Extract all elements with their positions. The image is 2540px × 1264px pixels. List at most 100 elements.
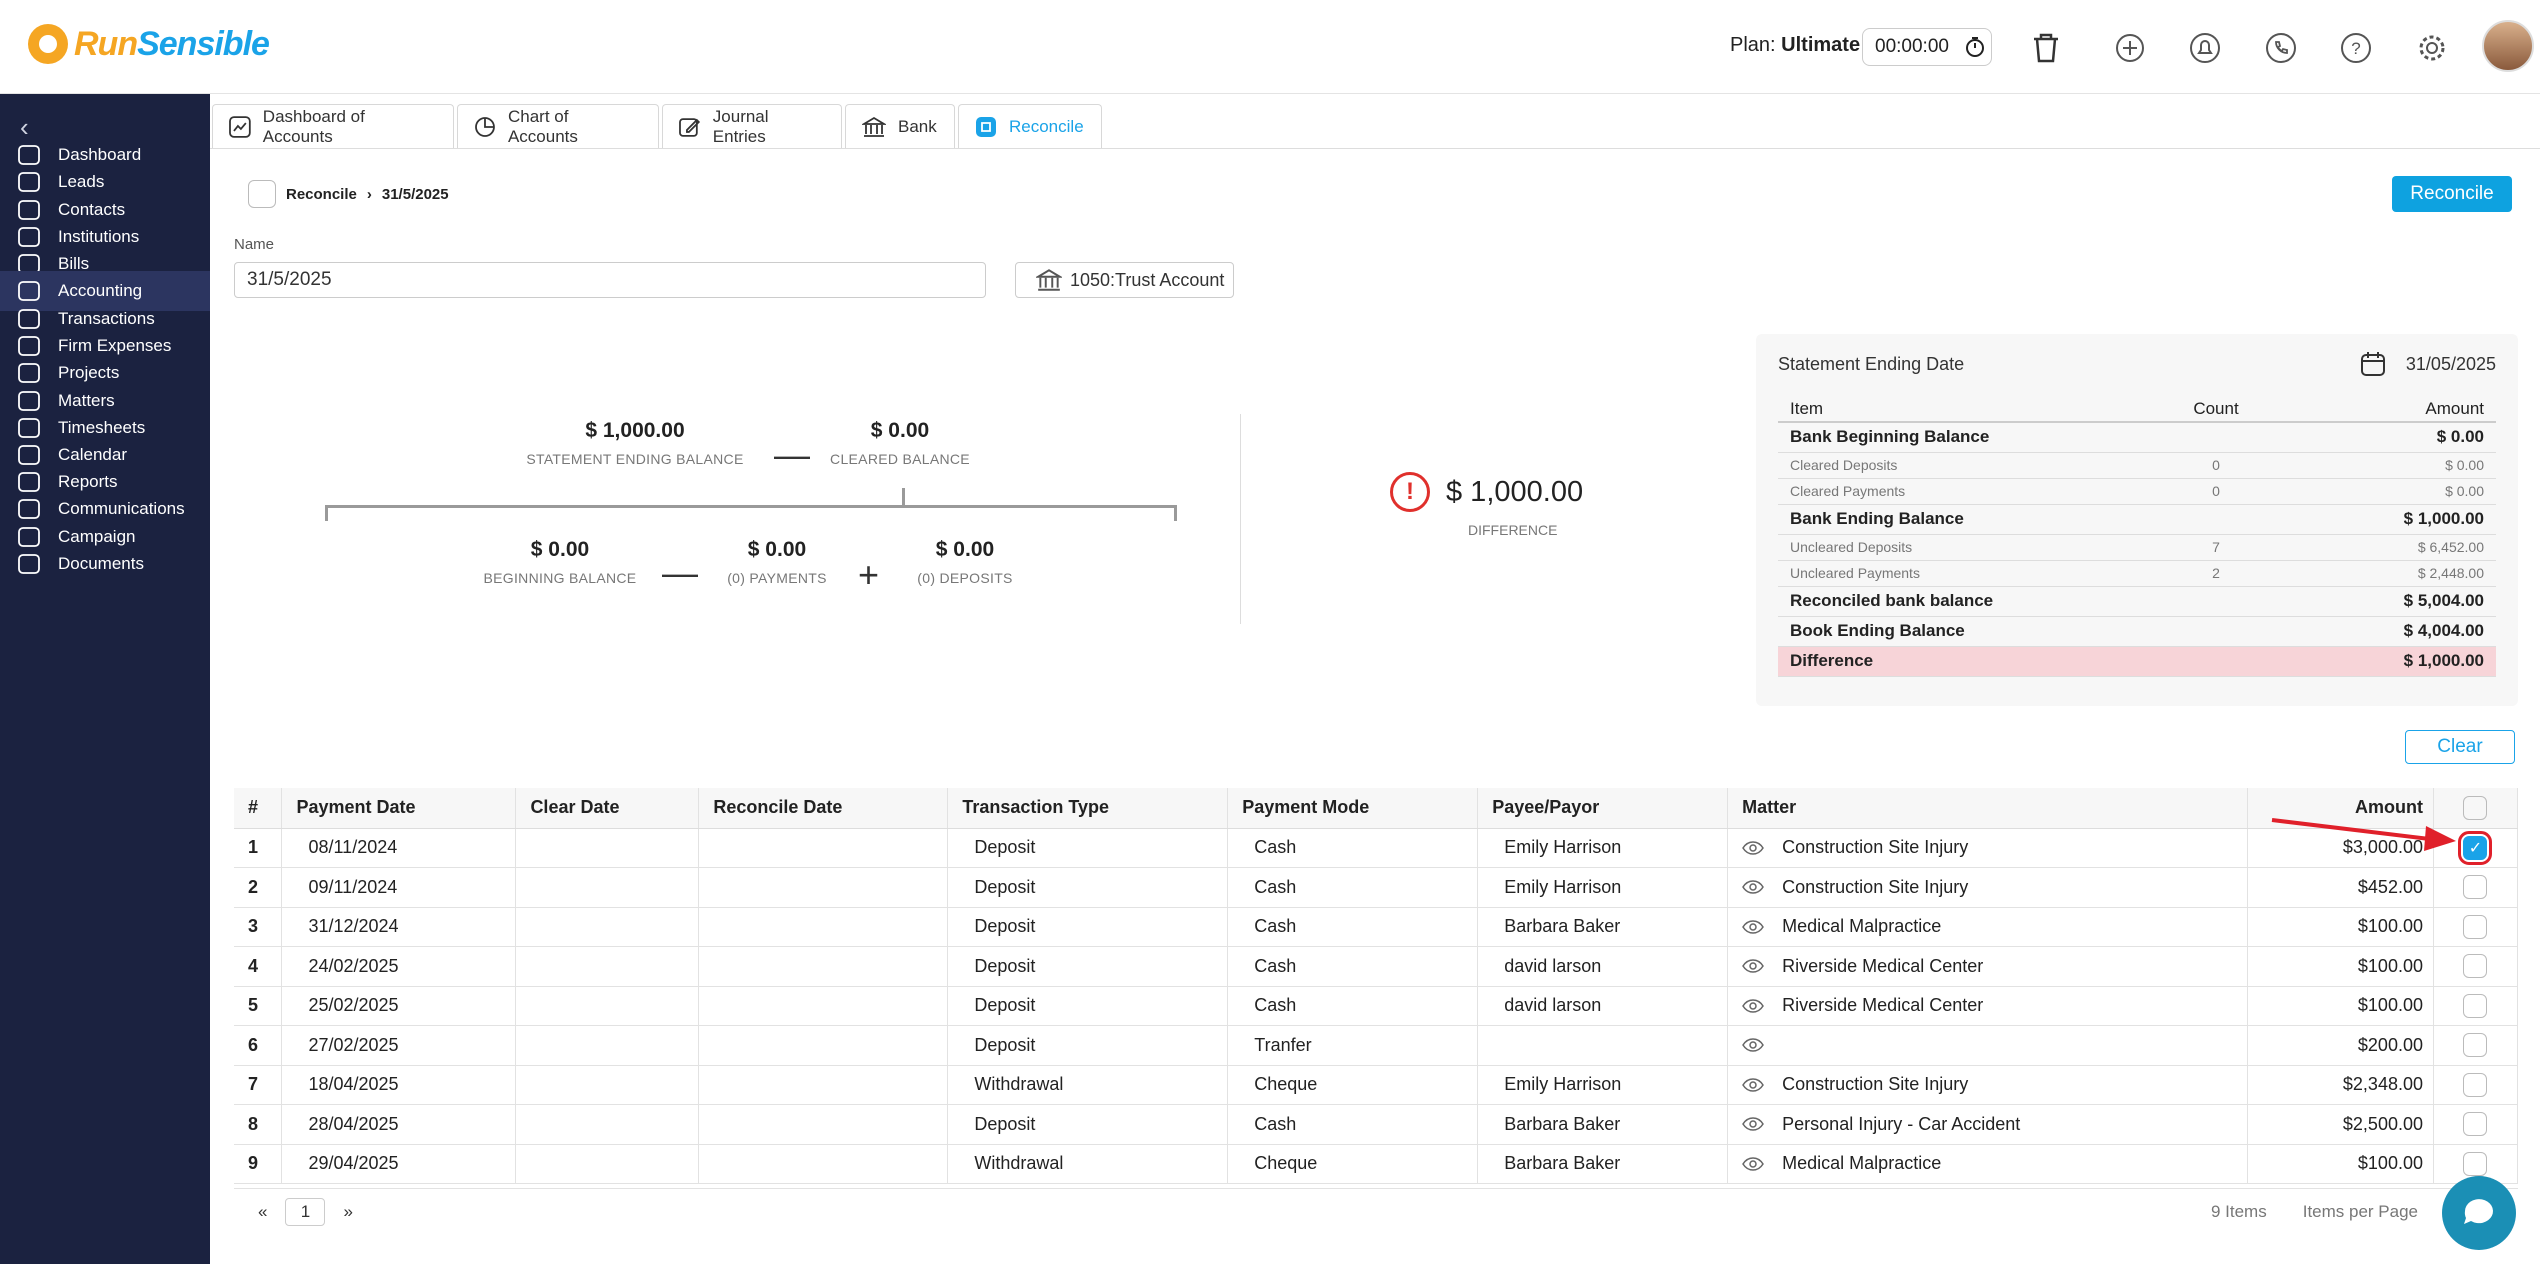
col-number[interactable]: # [234,788,283,829]
cell-amount: $2,348.00 [2247,1065,2434,1105]
row-checkbox[interactable] [2463,954,2488,979]
logo[interactable]: RunSensible [28,24,270,64]
items-per-page[interactable]: Items per Page [2303,1202,2418,1222]
col-matter[interactable]: Matter [1727,788,2249,829]
col-payee[interactable]: Payee/Payor [1477,788,1729,829]
bank-icon [1036,269,1062,291]
beginning-balance: $ 0.00 BEGINNING BALANCE [470,538,650,586]
cell-amount: $200.00 [2247,1025,2434,1066]
calendar-icon[interactable] [2360,351,2386,377]
sidebar-item-label: Communications [58,499,185,518]
eye-icon[interactable] [1742,1078,1765,1092]
cell-date: 25/02/2025 [281,986,517,1026]
page-1-button[interactable]: 1 [285,1197,326,1226]
timer[interactable]: 00:00:00 [1862,28,1992,66]
table-row[interactable]: 5 25/02/2025 Deposit Cash david larson Rivers… [234,986,2519,1026]
tab-chart-of-accounts[interactable]: Chart of Accounts [457,104,659,148]
table-row[interactable]: 2 09/11/2024 Deposit Cash Emily Harrison Cons… [234,867,2519,908]
tab-journal-entries[interactable]: Journal Entries [662,104,842,148]
row-checkbox[interactable] [2463,875,2488,900]
tab-reconcile[interactable]: Reconcile [958,104,1102,148]
summary-cell-count [2156,586,2276,617]
eye-icon[interactable] [1742,959,1765,973]
cell-n: 8 [234,1104,283,1145]
minus-icon: — [662,552,698,593]
cell-type: Deposit [947,828,1229,868]
eye-icon[interactable] [1742,1038,1765,1052]
chart-icon [229,115,251,138]
name-input[interactable]: 31/5/2025 [234,262,986,298]
tab-dashboard-of-accounts[interactable]: Dashboard of Accounts [212,104,454,148]
tab-label: Bank [898,116,937,136]
eye-icon[interactable] [1742,1117,1765,1131]
summary-row: Uncleared Payments 2 $ 2,448.00 [1778,560,2496,587]
table-row[interactable]: 6 27/02/2025 Deposit Tranfer $200.00 [234,1025,2519,1066]
minus-icon: — [774,434,810,475]
eye-icon[interactable] [1742,1157,1765,1171]
table-row[interactable]: 8 28/04/2025 Deposit Cash Barbara Baker Perso… [234,1104,2519,1145]
col-clear-date[interactable]: Clear Date [515,788,700,829]
trash-icon[interactable] [2026,28,2066,68]
cell-amount: $100.00 [2247,907,2434,947]
eye-icon[interactable] [1742,880,1765,894]
col-payment-date[interactable]: Payment Date [281,788,517,829]
matter-link[interactable]: Construction Site Injury [1782,837,1968,858]
breadcrumb-current: 31/5/2025 [381,185,449,203]
tab-label: Dashboard of Accounts [262,106,365,146]
prev-page-button[interactable]: « [258,1202,267,1222]
statement-date[interactable]: 31/05/2025 [2406,354,2496,375]
row-checkbox[interactable] [2463,993,2488,1018]
matter-link[interactable]: Riverside Medical Center [1782,956,1983,977]
stopwatch-icon[interactable] [1965,36,1985,58]
row-checkbox[interactable] [2463,1072,2488,1097]
sidebar-item-documents[interactable]: Documents [0,544,210,584]
account-button[interactable]: 1050:Trust Account [1015,262,1234,298]
chat-icon[interactable] [2442,1176,2516,1250]
phone-icon[interactable] [2261,28,2301,68]
summary-panel: Statement Ending Date 31/05/2025 Item Co… [1756,334,2518,706]
row-checkbox[interactable] [2463,1112,2488,1137]
cell-matter: Personal Injury - Car Accident [1727,1104,2249,1145]
col-reconcile-date[interactable]: Reconcile Date [698,788,949,829]
matter-link[interactable]: Personal Injury - Car Accident [1782,1114,2020,1135]
cell-n: 4 [234,946,283,987]
add-icon[interactable] [2110,28,2150,68]
breadcrumb-root[interactable]: Reconcile [286,186,357,203]
cell-amount: $2,500.00 [2247,1104,2434,1145]
eye-icon[interactable] [1742,841,1765,855]
tab-bank[interactable]: Bank [845,104,955,148]
table-row[interactable]: 1 08/11/2024 Deposit Cash Emily Harrison Cons… [234,828,2519,868]
eye-icon[interactable] [1742,999,1765,1013]
table-row[interactable]: 7 18/04/2025 Withdrawal Cheque Emily Harriso… [234,1065,2519,1105]
table-row[interactable]: 3 31/12/2024 Deposit Cash Barbara Baker Medic… [234,907,2519,947]
bell-icon[interactable] [2185,28,2225,68]
row-checkbox[interactable] [2463,914,2488,939]
row-checkbox[interactable] [2463,1033,2488,1058]
cell-clear-date [515,1025,700,1066]
eye-icon[interactable] [1742,920,1765,934]
settings-icon[interactable] [2412,28,2452,68]
matter-link[interactable]: Riverside Medical Center [1782,995,1983,1016]
cell-date: 18/04/2025 [281,1065,517,1105]
matter-link[interactable]: Medical Malpractice [1782,916,1941,937]
col-transaction-type[interactable]: Transaction Type [947,788,1229,829]
cell-n: 7 [234,1065,283,1105]
clear-button[interactable]: Clear [2405,730,2515,764]
row-checkbox[interactable] [2463,1151,2488,1176]
matter-link[interactable]: Medical Malpractice [1782,1153,1941,1174]
next-page-button[interactable]: » [343,1202,352,1222]
reconcile-button[interactable]: Reconcile [2392,176,2512,212]
table-row[interactable]: 9 29/04/2025 Withdrawal Cheque Barbara Baker… [234,1144,2519,1184]
table-row[interactable]: 4 24/02/2025 Deposit Cash david larson Rivers… [234,946,2519,987]
matter-link[interactable]: Construction Site Injury [1782,877,1968,898]
plan-value: Ultimate [1781,34,1861,56]
cell-amount: $100.00 [2247,986,2434,1026]
help-icon[interactable]: ? [2336,28,2376,68]
col-payment-mode[interactable]: Payment Mode [1227,788,1479,829]
bracket [325,505,1177,521]
cell-mode: Cash [1227,986,1479,1026]
difference-value: $ 1,000.00 [1446,475,1584,508]
cell-payee: Barbara Baker [1477,907,1729,947]
matter-link[interactable]: Construction Site Injury [1782,1074,1968,1095]
avatar[interactable] [2482,20,2534,72]
